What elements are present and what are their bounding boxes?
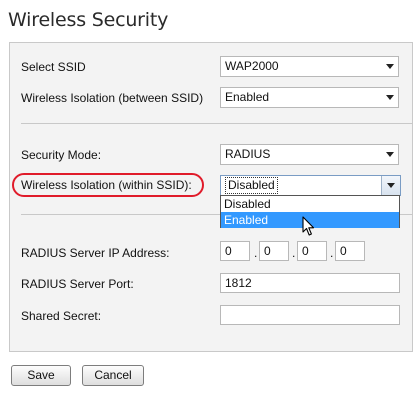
option-disabled[interactable]: Disabled (221, 196, 399, 212)
select-ssid-dropdown[interactable]: WAP2000 (220, 56, 399, 77)
chevron-down-icon (386, 64, 394, 69)
radius-ip-label: RADIUS Server IP Address: (21, 246, 170, 260)
isolation-between-value: Enabled (225, 90, 270, 104)
security-mode-dropdown[interactable]: RADIUS (220, 144, 399, 165)
select-ssid-value: WAP2000 (225, 59, 279, 73)
section-divider (21, 123, 413, 124)
ip-octet-4[interactable]: 0 (335, 241, 365, 261)
ip-separator: . (292, 246, 296, 260)
ip-octet-3[interactable]: 0 (297, 241, 327, 261)
page-title: Wireless Security (8, 9, 169, 31)
radius-port-label: RADIUS Server Port: (21, 277, 134, 291)
chevron-down-icon (387, 183, 395, 188)
ip-octet-2[interactable]: 0 (259, 241, 289, 261)
cancel-button[interactable]: Cancel (82, 365, 144, 386)
ip-separator: . (254, 246, 258, 260)
select-ssid-label: Select SSID (21, 60, 86, 74)
security-mode-value: RADIUS (225, 147, 271, 161)
dropdown-button[interactable] (381, 176, 400, 195)
isolation-within-label: Wireless Isolation (within SSID): (21, 178, 192, 192)
chevron-down-icon (386, 152, 394, 157)
ip-octet-1[interactable]: 0 (220, 241, 250, 261)
isolation-within-dropdown[interactable]: Disabled (220, 175, 401, 196)
isolation-within-value: Disabled (225, 177, 278, 194)
shared-secret-input[interactable] (220, 305, 400, 325)
chevron-down-icon (386, 95, 394, 100)
isolation-between-label: Wireless Isolation (between SSID) (21, 91, 204, 105)
isolation-between-dropdown[interactable]: Enabled (220, 87, 399, 108)
mouse-pointer-icon (302, 216, 315, 236)
security-mode-label: Security Mode: (21, 148, 102, 162)
save-button[interactable]: Save (11, 365, 71, 386)
ip-separator: . (330, 246, 334, 260)
radius-port-input[interactable]: 1812 (220, 273, 400, 293)
shared-secret-label: Shared Secret: (21, 309, 102, 323)
